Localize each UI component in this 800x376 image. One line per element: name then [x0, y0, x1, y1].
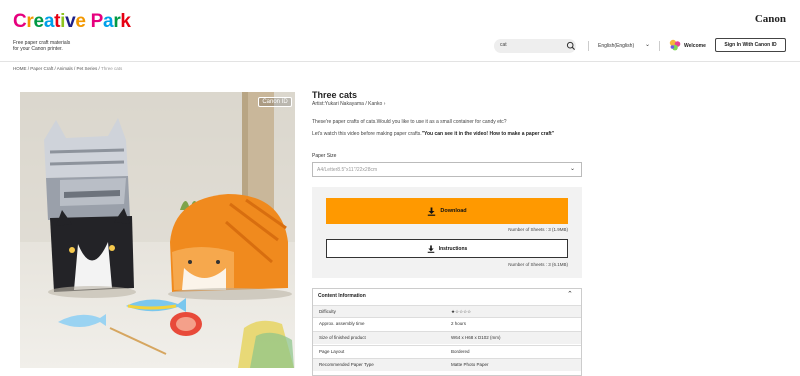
artist-link[interactable]: Artist:Yukari Nakayama / Kanko ›	[312, 101, 385, 107]
info-value: 2 hours	[451, 321, 467, 326]
video-link[interactable]: "You can see it in the video! How to mak…	[422, 131, 554, 137]
product-description: These're paper crafts of cats.Would you …	[312, 119, 507, 125]
product-photo[interactable]	[20, 92, 295, 368]
logo-letter: k	[120, 11, 131, 32]
paper-size-label: Paper Size	[312, 153, 337, 159]
logo-letter: P	[90, 11, 104, 32]
download-icon	[428, 207, 436, 216]
welcome-text: Welcome	[684, 43, 706, 49]
tagline-line-2: for your Canon printer.	[13, 46, 63, 52]
chevron-down-icon[interactable]: ⌄	[645, 41, 650, 48]
info-key: Approx. assembly time	[319, 321, 365, 326]
page-title: Three cats	[312, 90, 358, 100]
info-row: Page Layout Bordered	[313, 345, 581, 358]
info-value: Matte Photo Paper	[451, 362, 489, 367]
info-row: Approx. assembly time 2 hours	[313, 317, 581, 330]
language-selector[interactable]: English(English)	[598, 43, 634, 49]
breadcrumb-current: Three cats	[100, 66, 123, 71]
video-note: Let's watch this video before making pap…	[312, 131, 584, 138]
paper-size-select[interactable]: A4/Letter8.5"x11"/22x28cm	[312, 162, 582, 177]
download-icon	[427, 244, 434, 253]
header-divider	[588, 41, 589, 51]
logo-letter: a	[43, 11, 55, 32]
logo-letter: e	[33, 11, 45, 32]
info-key: Size of finished product	[319, 335, 366, 340]
header-divider	[659, 41, 660, 51]
chevron-right-icon[interactable]: ›	[384, 101, 386, 107]
download-sheets-info: Number of Sheets : 3 (1.9MB)	[508, 227, 568, 232]
info-row: Recommended Paper Type Matte Photo Paper	[313, 358, 581, 371]
instructions-button[interactable]: Instructions	[326, 239, 568, 258]
info-value: ★☆☆☆☆	[451, 309, 472, 314]
content-information-heading[interactable]: Content Information	[318, 293, 366, 299]
logo-letter: r	[113, 11, 121, 32]
info-value: W64 x H68 x D102 (mm)	[451, 335, 501, 340]
instructions-sheets-info: Number of Sheets : 3 (6.1MB)	[508, 262, 568, 267]
instructions-label[interactable]: Instructions	[439, 246, 468, 252]
artist-text[interactable]: Artist:Yukari Nakayama / Kanko	[312, 101, 382, 107]
info-key: Difficulty	[319, 309, 336, 314]
info-key: Page Layout	[319, 349, 345, 354]
tagline: Free paper craft materials for your Cano…	[13, 40, 113, 52]
info-key: Recommended Paper Type	[319, 362, 374, 367]
logo-letter: C	[13, 11, 27, 32]
info-value: Bordered	[451, 349, 470, 354]
canon-id-badge: Canon ID	[258, 97, 292, 107]
logo-letter: a	[103, 11, 114, 32]
header-divider-line	[0, 61, 800, 62]
search-icon[interactable]	[566, 41, 576, 51]
search-value[interactable]: cat	[500, 42, 507, 48]
creative-park-logo[interactable]: Creative Park	[13, 11, 131, 33]
chevron-up-icon[interactable]: ⌃	[567, 290, 573, 298]
logo-letter: r	[26, 11, 34, 32]
chevron-down-icon[interactable]: ⌄	[570, 165, 575, 172]
download-button[interactable]: Download	[326, 198, 568, 224]
download-label[interactable]: Download	[440, 208, 466, 214]
info-row: Size of finished product W64 x H68 x D10…	[313, 331, 581, 344]
logo-letter: v	[65, 11, 76, 32]
avatar[interactable]	[669, 39, 681, 51]
breadcrumb: HOME / Paper Craft / Animals / Pet Serie…	[13, 66, 122, 71]
breadcrumb-path[interactable]: HOME / Paper Craft / Animals / Pet Serie…	[13, 66, 101, 71]
logo-letter: e	[75, 11, 86, 32]
sign-in-button[interactable]: Sign In With Canon ID	[715, 38, 786, 52]
canon-brand-logo[interactable]: Canon	[755, 13, 786, 25]
video-note-lead: Let's watch this video before making pap…	[312, 131, 422, 137]
